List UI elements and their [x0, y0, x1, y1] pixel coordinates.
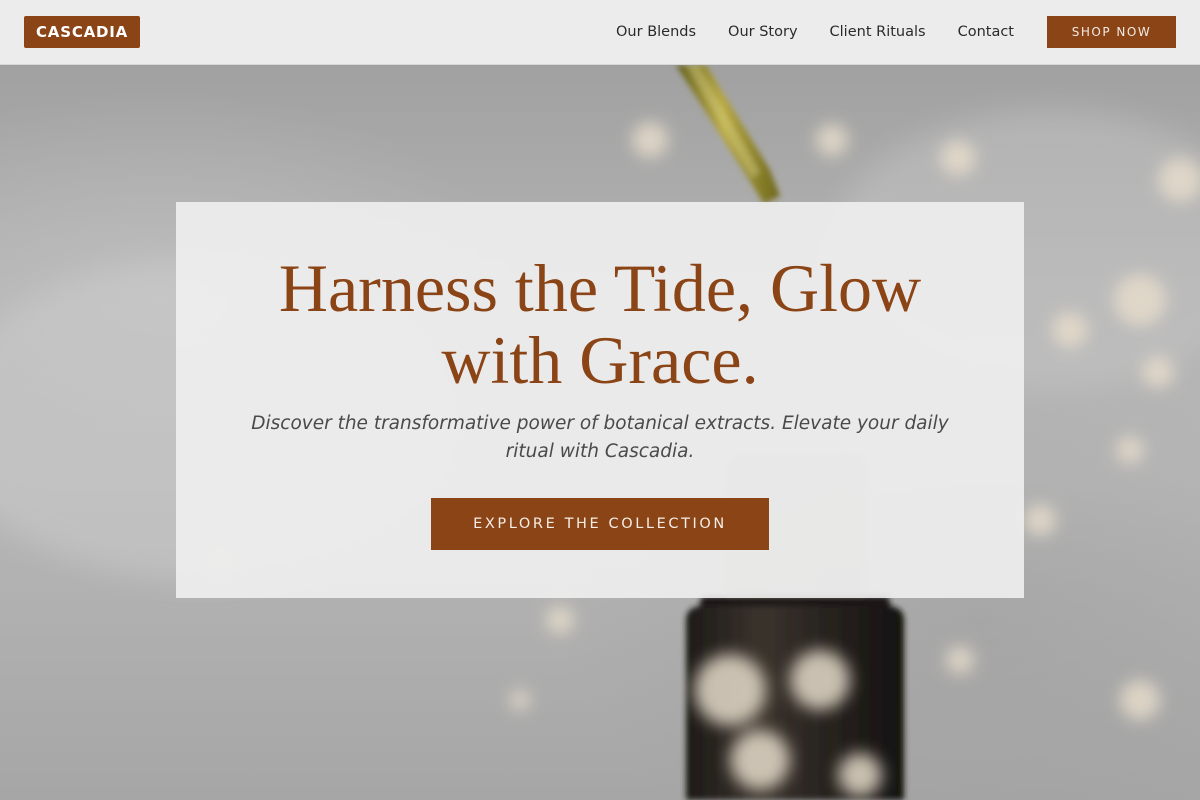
logo[interactable]: CASCADIA [24, 16, 141, 48]
shop-now-button[interactable]: SHOP NOW [1047, 16, 1176, 48]
hero-title: Harness the Tide, Glow with Grace. [278, 250, 922, 398]
main-nav: Our Blends Our Story Client Rituals Cont… [616, 0, 1014, 64]
nav-link-our-story[interactable]: Our Story [728, 24, 797, 40]
site-header: CASCADIA Our Blends Our Story Client Rit… [0, 0, 1200, 65]
explore-collection-button[interactable]: EXPLORE THE COLLECTION [431, 498, 769, 550]
nav-link-contact[interactable]: Contact [958, 24, 1014, 40]
hero-subtitle: Discover the transformative power of bot… [251, 413, 949, 462]
nav-link-our-blends[interactable]: Our Blends [616, 24, 696, 40]
hero-card: Harness the Tide, Glow with Grace. Disco… [176, 202, 1024, 598]
nav-link-client-rituals[interactable]: Client Rituals [830, 24, 926, 40]
